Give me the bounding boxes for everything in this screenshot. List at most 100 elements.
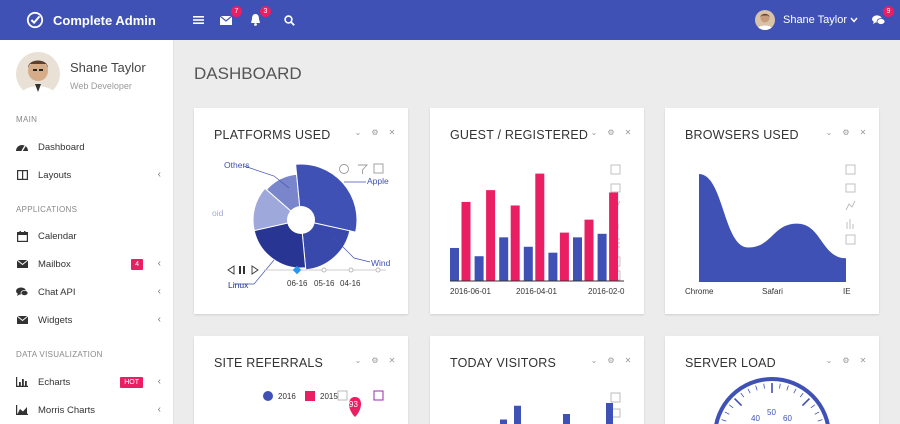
top-bar: Complete Admin 7 3 Shane Taylor 9 xyxy=(0,0,900,40)
legend-marker-2015[interactable] xyxy=(305,391,315,401)
line-type-icon[interactable] xyxy=(845,200,856,211)
avatar[interactable] xyxy=(16,52,60,96)
gauge-tick[interactable] xyxy=(724,411,730,415)
sidebar-profile: Shane Taylor Web Developer xyxy=(0,40,174,104)
gauge-tick[interactable] xyxy=(747,388,751,394)
bar[interactable] xyxy=(606,403,613,424)
chat-button[interactable]: 9 xyxy=(870,6,894,28)
zoom-icon[interactable] xyxy=(845,164,856,175)
gauge-tick[interactable] xyxy=(793,388,797,394)
sidebar-item-label: Chat API xyxy=(38,286,76,298)
gauge-tick[interactable] xyxy=(740,392,745,398)
pause-icon[interactable] xyxy=(243,266,245,274)
bar[interactable] xyxy=(486,190,496,281)
gauge-tick[interactable] xyxy=(799,392,804,398)
brand-title: Complete Admin xyxy=(53,12,156,28)
mail-button[interactable]: 7 xyxy=(218,6,242,28)
gauge-tick[interactable] xyxy=(728,404,734,409)
card-browsers-used: BROWSERS USED ⌄ ⚙ ✕ Chrome Safari IE xyxy=(665,108,879,314)
sidebar-item-echarts[interactable]: Echarts HOT ‹ xyxy=(0,371,173,393)
save-icon[interactable] xyxy=(845,234,856,245)
gauge-tick[interactable] xyxy=(817,419,823,422)
gauge-tick[interactable] xyxy=(779,383,781,389)
envelope-icon xyxy=(16,258,28,270)
brand[interactable]: Complete Admin xyxy=(0,0,174,40)
bar[interactable] xyxy=(500,419,507,424)
legend-marker-2016[interactable] xyxy=(263,391,273,401)
zoom-icon[interactable] xyxy=(610,392,621,403)
chevron-left-icon: ‹ xyxy=(157,314,161,325)
bar[interactable] xyxy=(523,246,533,281)
bar-type-icon[interactable] xyxy=(846,219,854,229)
sidebar-item-label: Widgets xyxy=(38,314,73,326)
restore-icon[interactable] xyxy=(845,183,856,193)
gauge-tick[interactable] xyxy=(763,383,765,389)
pie-hole xyxy=(287,206,315,234)
gauge-tick[interactable] xyxy=(755,385,758,391)
bar[interactable] xyxy=(474,256,484,281)
pie-type-icon[interactable] xyxy=(339,164,349,174)
gauge-tick[interactable] xyxy=(733,397,743,407)
bar[interactable] xyxy=(597,233,607,281)
gauge-tick[interactable] xyxy=(801,397,811,407)
zoom-icon[interactable] xyxy=(610,164,621,175)
x-tick-label: 2016-06-01 xyxy=(450,287,491,296)
sidebar-item-widgets[interactable]: Widgets ‹ xyxy=(0,309,173,331)
pie-label: oid xyxy=(212,208,224,218)
bar[interactable] xyxy=(510,205,520,281)
bar[interactable] xyxy=(584,219,594,281)
gauge-tick[interactable] xyxy=(721,419,727,422)
bar[interactable] xyxy=(461,201,471,281)
search-button[interactable] xyxy=(281,12,297,28)
x-tick-label: IE xyxy=(843,287,851,296)
section-data-visualization: DATA VISUALIZATION xyxy=(16,350,103,359)
x-tick-label: Safari xyxy=(762,287,783,296)
zoom-icon[interactable] xyxy=(337,390,348,401)
sidebar-item-chat-api[interactable]: Chat API ‹ xyxy=(0,281,173,303)
save-icon[interactable] xyxy=(373,390,384,401)
chevron-left-icon: ‹ xyxy=(157,286,161,297)
bar[interactable] xyxy=(609,192,619,282)
guest-chart: 2016-06-01 2016-04-01 2016-02-0 xyxy=(450,164,625,296)
pie-label: Others xyxy=(224,160,250,170)
bar[interactable] xyxy=(573,237,582,281)
pause-icon[interactable] xyxy=(239,266,241,274)
sidebar-item-morris-charts[interactable]: Morris Charts ‹ xyxy=(0,399,173,421)
echarts-badge: HOT xyxy=(120,377,143,388)
bar[interactable] xyxy=(450,247,459,281)
legend-label: 2016 xyxy=(278,392,296,401)
user-menu[interactable]: Shane Taylor xyxy=(754,10,858,30)
gauge-tick[interactable] xyxy=(810,404,816,409)
sidebar-item-calendar[interactable]: Calendar xyxy=(0,225,173,247)
section-applications: APPLICATIONS xyxy=(16,205,78,214)
sidebar-item-layouts[interactable]: Layouts ‹ xyxy=(0,164,173,186)
timeline-dot[interactable] xyxy=(348,267,354,273)
sidebar-item-mailbox[interactable]: Mailbox 4 ‹ xyxy=(0,253,173,275)
timeline-dot[interactable] xyxy=(321,267,327,273)
gauge-tick[interactable] xyxy=(814,411,820,415)
timeline-label: 05-16 xyxy=(314,279,335,288)
timeline-label: 04-16 xyxy=(340,279,361,288)
chevron-down-icon xyxy=(850,17,858,23)
save-icon[interactable] xyxy=(373,163,384,174)
bar[interactable] xyxy=(559,232,569,281)
bar[interactable] xyxy=(548,252,558,281)
bar[interactable] xyxy=(563,414,570,424)
notifications-button[interactable]: 3 xyxy=(247,6,271,28)
bar[interactable] xyxy=(514,405,521,424)
timeline-dot[interactable] xyxy=(375,267,381,273)
sidebar-item-label: Echarts xyxy=(38,376,71,388)
filter-icon[interactable] xyxy=(358,164,369,174)
platforms-chart: Others Apple Wind Linux oid 06-16 05-16 … xyxy=(212,160,391,290)
server-gauge: 40 50 60 xyxy=(714,377,830,424)
prev-icon[interactable] xyxy=(227,265,235,275)
profile-role: Web Developer xyxy=(70,81,132,91)
restore-icon[interactable] xyxy=(610,183,621,193)
gauge-tick[interactable] xyxy=(786,385,789,391)
bar[interactable] xyxy=(535,173,545,281)
sidebar-item-dashboard[interactable]: Dashboard xyxy=(0,136,173,158)
menu-toggle-button[interactable] xyxy=(190,12,206,28)
bar[interactable] xyxy=(499,237,509,281)
next-icon[interactable] xyxy=(251,265,259,275)
gauge-tick-label: 40 xyxy=(751,414,760,423)
